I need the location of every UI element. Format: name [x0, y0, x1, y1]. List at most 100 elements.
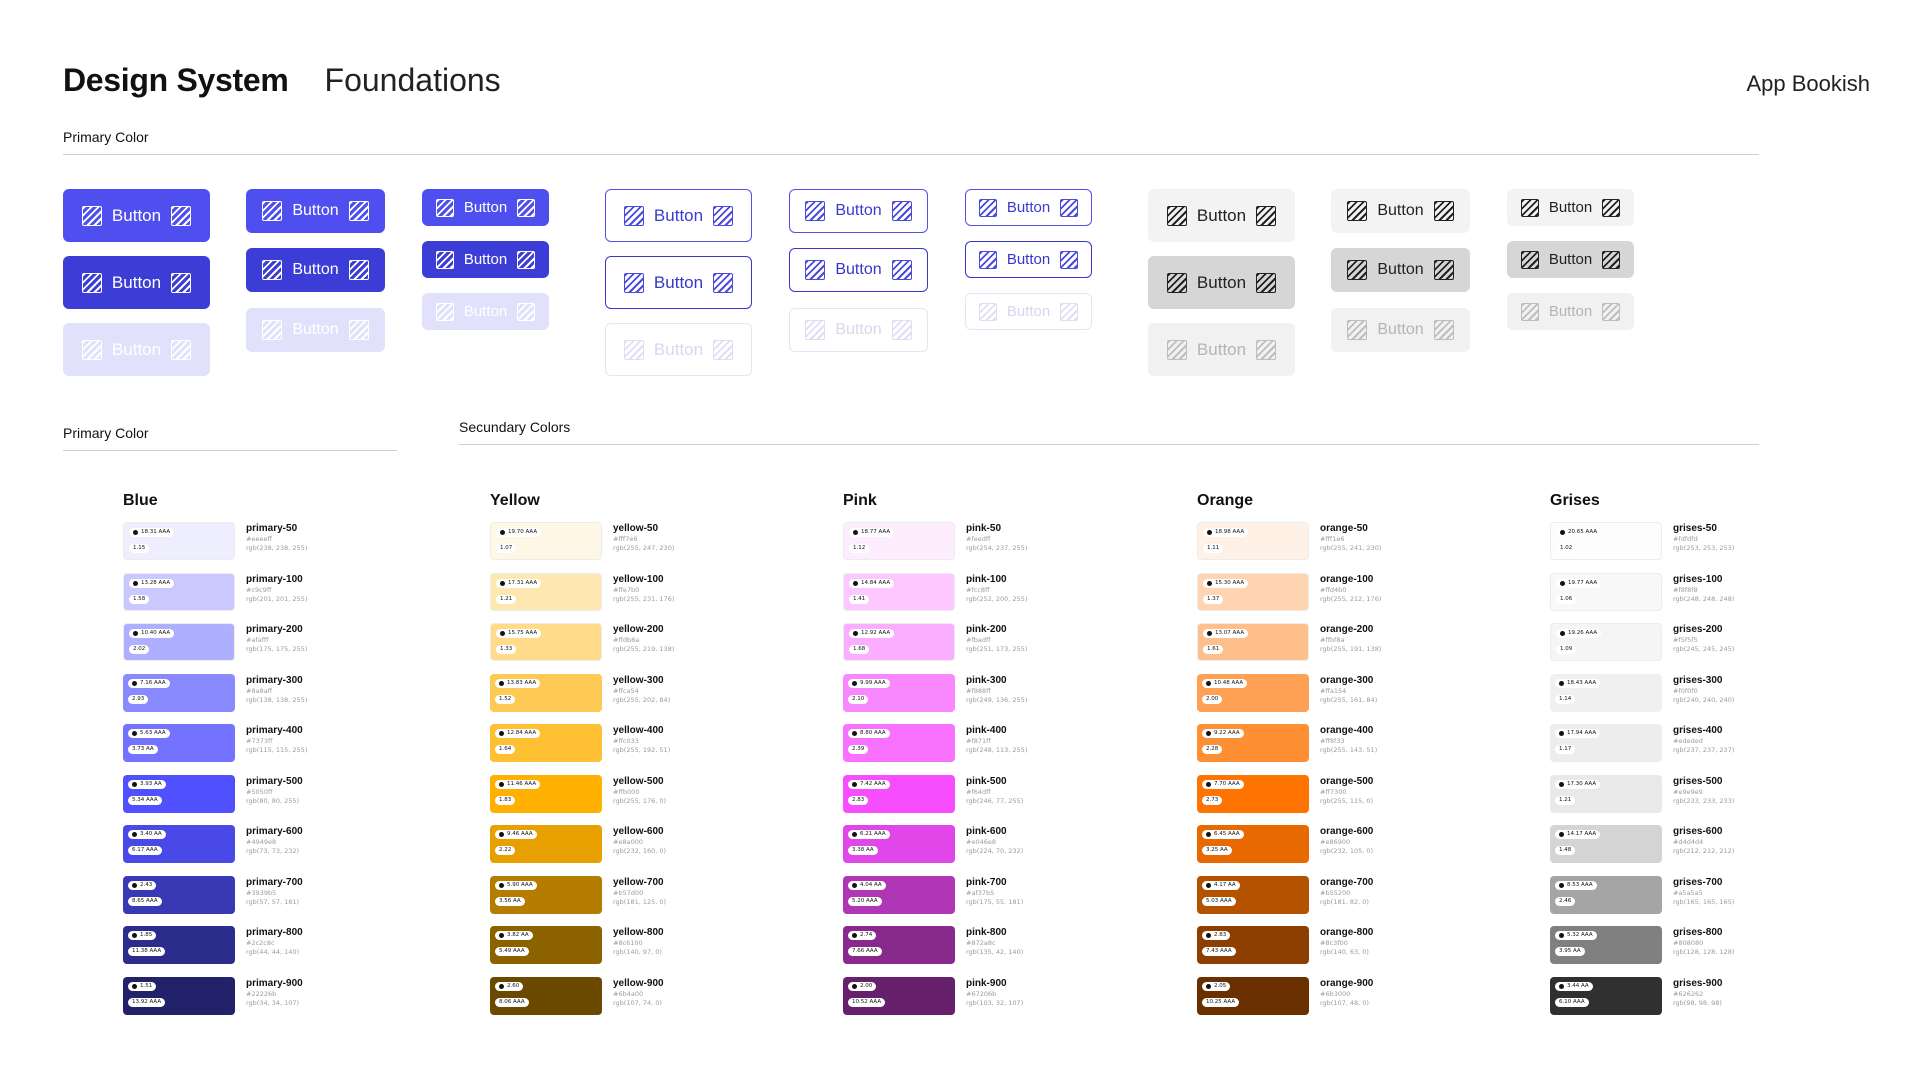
color-meta: primary-800 #2c2c8c rgb(44, 44, 140)	[246, 927, 303, 957]
button-gray-l-default[interactable]: Button	[1148, 189, 1295, 242]
button-out-l-default[interactable]: Button	[605, 189, 752, 242]
color-rgb: rgb(255, 219, 138)	[613, 645, 675, 653]
color-swatch[interactable]: 13.28 AAA 1.58	[123, 572, 235, 611]
button-out-l-pressed[interactable]: Button	[605, 256, 752, 309]
button-solid-s-default[interactable]: Button	[422, 189, 549, 226]
contrast-badge: 17.94 AAA	[1555, 729, 1601, 738]
color-swatch[interactable]: 13.83 AAA 1.52	[490, 673, 602, 712]
color-swatch[interactable]: 18.77 AAA 1.12	[843, 522, 955, 560]
palette-orange: Orange 18.98 AAA 1.11 orange-50 #fff1e6 rgb(2…	[1197, 492, 1447, 1027]
button-out-s-default[interactable]: Button	[965, 189, 1092, 226]
color-swatch[interactable]: 7.16 AAA 2.93	[123, 673, 235, 712]
hatch-square-icon	[1602, 198, 1621, 217]
button-gray-m-pressed[interactable]: Button	[1331, 248, 1470, 292]
contrast-badge: 8.80 AAA	[848, 729, 890, 738]
contrast-value: 3.40 AA	[140, 831, 162, 837]
hatch-square-icon	[1166, 339, 1187, 360]
palette-yellow: Yellow 19.70 AAA 1.07 yellow-50 #fff7e6 rgb(2…	[490, 492, 740, 1027]
button-out-m-pressed[interactable]: Button	[789, 248, 928, 292]
color-swatch[interactable]: 19.70 AAA 1.07	[490, 522, 602, 560]
hatch-square-icon	[348, 320, 369, 340]
color-swatch[interactable]: 19.26 AAA 1.09	[1550, 623, 1662, 661]
color-swatch[interactable]: 17.30 AAA 1.21	[1550, 774, 1662, 813]
color-swatch[interactable]: 14.84 AAA 1.41	[843, 572, 955, 611]
color-swatch[interactable]: 2.60 8.06 AAA	[490, 976, 602, 1015]
color-swatch[interactable]: 14.17 AAA 1.48	[1550, 825, 1662, 863]
color-token-name: orange-100	[1320, 573, 1374, 585]
color-swatch[interactable]: 19.77 AAA 1.06	[1550, 572, 1662, 611]
button-solid-l-pressed[interactable]: Button	[63, 256, 210, 309]
button-gray-l-disabled: Button	[1148, 323, 1295, 376]
color-swatch[interactable]: 4.04 AA 5.20 AAA	[843, 875, 955, 914]
color-swatch[interactable]: 6.45 AAA 3.25 AA	[1197, 825, 1309, 863]
color-swatch[interactable]: 10.40 AAA 2.02	[123, 623, 235, 661]
color-swatch[interactable]: 5.32 AAA 3.95 AA	[1550, 926, 1662, 964]
button-solid-m-default[interactable]: Button	[246, 189, 385, 233]
contrast-dot-icon	[1559, 933, 1564, 938]
color-swatch[interactable]: 1.51 13.92 AAA	[123, 976, 235, 1015]
color-swatch[interactable]: 13.07 AAA 1.61	[1197, 623, 1309, 661]
color-hex: #b55200	[1320, 888, 1351, 897]
contrast-value: 10.40 AAA	[141, 630, 171, 636]
button-gray-m-default[interactable]: Button	[1331, 189, 1470, 233]
contrast-value: 17.30 AAA	[1567, 780, 1597, 787]
color-swatch[interactable]: 10.48 AAA 2.00	[1197, 673, 1309, 712]
color-swatch[interactable]: 18.43 AAA 1.14	[1550, 673, 1662, 712]
buttons-section-label: Primary Color	[63, 129, 149, 145]
color-swatch[interactable]: 11.46 AAA 1.83	[490, 774, 602, 813]
color-token-name: grises-700	[1673, 876, 1723, 888]
color-swatch[interactable]: 9.22 AAA 2.28	[1197, 724, 1309, 762]
color-swatch[interactable]: 9.99 AAA 2.10	[843, 673, 955, 712]
color-swatch[interactable]: 4.17 AA 5.03 AAA	[1197, 875, 1309, 914]
color-swatch[interactable]: 18.98 AAA 1.11	[1197, 522, 1309, 560]
contrast-value: 1.61	[1207, 646, 1220, 652]
color-swatch[interactable]: 5.63 AAA 3.73 AA	[123, 724, 235, 762]
color-swatch[interactable]: 2.05 10.25 AAA	[1197, 976, 1309, 1015]
color-swatch[interactable]: 5.90 AAA 3.56 AA	[490, 875, 602, 914]
contrast-badge: 11.46 AAA	[495, 779, 541, 789]
color-swatch[interactable]: 3.82 AA 5.49 AAA	[490, 926, 602, 964]
hatch-square-icon	[435, 250, 454, 269]
color-swatch[interactable]: 2.83 7.43 AAA	[1197, 926, 1309, 964]
color-swatch[interactable]: 2.74 7.66 AAA	[843, 926, 955, 964]
color-swatch[interactable]: 3.40 AA 6.17 AAA	[123, 825, 235, 863]
button-gray-s-pressed[interactable]: Button	[1507, 241, 1634, 278]
color-hex: #626262	[1673, 989, 1704, 998]
color-rgb: rgb(245, 245, 245)	[1673, 645, 1735, 653]
button-solid-l-default[interactable]: Button	[63, 189, 210, 242]
contrast-value: 1.58	[133, 595, 146, 602]
button-solid-m-pressed[interactable]: Button	[246, 248, 385, 292]
color-swatch[interactable]: 7.42 AAA 2.83	[843, 774, 955, 813]
color-swatch[interactable]: 3.44 AA 6.10 AAA	[1550, 976, 1662, 1015]
color-swatch[interactable]: 2.43 8.65 AAA	[123, 875, 235, 914]
color-swatch[interactable]: 7.70 AAA 2.73	[1197, 774, 1309, 813]
color-swatch[interactable]: 17.31 AAA 1.21	[490, 572, 602, 611]
color-swatch[interactable]: 15.30 AAA 1.37	[1197, 572, 1309, 611]
color-swatch[interactable]: 8.80 AAA 2.39	[843, 724, 955, 762]
color-swatch-row: 10.48 AAA 2.00 orange-300 #ffa154 rgb(255, 1…	[1197, 673, 1447, 725]
color-swatch[interactable]: 12.84 AAA 1.64	[490, 724, 602, 762]
button-gray-l-pressed[interactable]: Button	[1148, 256, 1295, 309]
color-meta: pink-900 #67206b rgb(103, 32, 107)	[966, 978, 1023, 1008]
contrast-value: 3.38 AA	[852, 847, 874, 853]
color-meta: orange-200 #ffbf8a rgb(255, 191, 138)	[1320, 624, 1381, 654]
color-swatch[interactable]: 9.46 AAA 2.22	[490, 825, 602, 863]
button-solid-s-pressed[interactable]: Button	[422, 241, 549, 278]
color-swatch-row: 5.90 AAA 3.56 AA yellow-700 #b57d00 rgb(181,…	[490, 875, 740, 927]
color-swatch[interactable]: 2.00 10.52 AAA	[843, 976, 955, 1015]
color-swatch[interactable]: 17.94 AAA 1.17	[1550, 724, 1662, 762]
color-swatch[interactable]: 1.85 11.38 AAA	[123, 926, 235, 964]
color-swatch[interactable]: 18.31 AAA 1.15	[123, 522, 235, 560]
button-out-m-default[interactable]: Button	[789, 189, 928, 233]
button-out-s-pressed[interactable]: Button	[965, 241, 1092, 278]
color-swatch[interactable]: 12.92 AAA 1.68	[843, 623, 955, 661]
button-gray-s-default[interactable]: Button	[1507, 189, 1634, 226]
contrast-badge: 15.30 AAA	[1203, 578, 1249, 588]
color-swatch[interactable]: 20.65 AAA 1.02	[1550, 522, 1662, 560]
color-swatch[interactable]: 6.21 AAA 3.38 AA	[843, 825, 955, 863]
button-label: Button	[463, 199, 508, 216]
color-swatch[interactable]: 8.53 AAA 2.46	[1550, 875, 1662, 914]
contrast-badge: 1.48	[1555, 846, 1576, 855]
color-swatch[interactable]: 3.93 AA 5.34 AAA	[123, 774, 235, 813]
color-swatch[interactable]: 15.75 AAA 1.33	[490, 623, 602, 661]
